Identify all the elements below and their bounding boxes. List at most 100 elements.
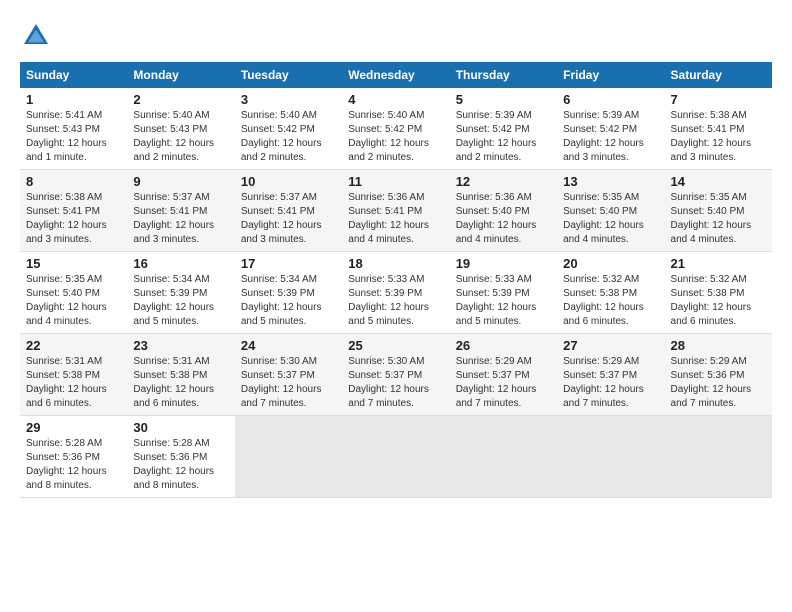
- table-row: [665, 416, 772, 498]
- day-info: Sunrise: 5:31 AM Sunset: 5:38 PM Dayligh…: [26, 355, 121, 411]
- day-number: 12: [456, 174, 551, 189]
- calendar-week-2: 8 Sunrise: 5:38 AM Sunset: 5:41 PM Daylig…: [20, 170, 772, 252]
- day-info: Sunrise: 5:35 AM Sunset: 5:40 PM Dayligh…: [563, 191, 658, 247]
- table-row: 24 Sunrise: 5:30 AM Sunset: 5:37 PM Dayli…: [235, 334, 342, 416]
- day-number: 29: [26, 420, 121, 435]
- day-info: Sunrise: 5:31 AM Sunset: 5:38 PM Dayligh…: [133, 355, 228, 411]
- header-monday: Monday: [127, 62, 234, 88]
- day-info: Sunrise: 5:36 AM Sunset: 5:41 PM Dayligh…: [348, 191, 443, 247]
- day-info: Sunrise: 5:40 AM Sunset: 5:42 PM Dayligh…: [241, 109, 336, 165]
- table-row: [557, 416, 664, 498]
- day-number: 5: [456, 92, 551, 107]
- table-row: 28 Sunrise: 5:29 AM Sunset: 5:36 PM Dayli…: [665, 334, 772, 416]
- day-info: Sunrise: 5:34 AM Sunset: 5:39 PM Dayligh…: [133, 273, 228, 329]
- day-info: Sunrise: 5:33 AM Sunset: 5:39 PM Dayligh…: [456, 273, 551, 329]
- day-info: Sunrise: 5:39 AM Sunset: 5:42 PM Dayligh…: [456, 109, 551, 165]
- table-row: 15Sunrise: 5:35 AM Sunset: 5:40 PM Dayli…: [20, 252, 127, 334]
- table-row: 17 Sunrise: 5:34 AM Sunset: 5:39 PM Dayli…: [235, 252, 342, 334]
- table-row: 10Sunrise: 5:37 AM Sunset: 5:41 PM Dayli…: [235, 170, 342, 252]
- day-number: 30: [133, 420, 228, 435]
- table-row: 29 Sunrise: 5:28 AM Sunset: 5:36 PM Dayli…: [20, 416, 127, 498]
- day-info: Sunrise: 5:34 AM Sunset: 5:39 PM Dayligh…: [241, 273, 336, 329]
- header-wednesday: Wednesday: [342, 62, 449, 88]
- table-row: 30 Sunrise: 5:28 AM Sunset: 5:36 PM Dayli…: [127, 416, 234, 498]
- table-row: 23 Sunrise: 5:31 AM Sunset: 5:38 PM Dayli…: [127, 334, 234, 416]
- table-row: 20 Sunrise: 5:32 AM Sunset: 5:38 PM Dayli…: [557, 252, 664, 334]
- table-row: 12Sunrise: 5:36 AM Sunset: 5:40 PM Dayli…: [450, 170, 557, 252]
- table-row: 7 Sunrise: 5:38 AM Sunset: 5:41 PM Daylig…: [665, 88, 772, 170]
- day-number: 4: [348, 92, 443, 107]
- day-info: Sunrise: 5:32 AM Sunset: 5:38 PM Dayligh…: [671, 273, 766, 329]
- day-info: Sunrise: 5:32 AM Sunset: 5:38 PM Dayligh…: [563, 273, 658, 329]
- table-row: [450, 416, 557, 498]
- day-info: Sunrise: 5:38 AM Sunset: 5:41 PM Dayligh…: [26, 191, 121, 247]
- page-header: [20, 20, 772, 52]
- table-row: 3 Sunrise: 5:40 AM Sunset: 5:42 PM Daylig…: [235, 88, 342, 170]
- day-number: 24: [241, 338, 336, 353]
- day-number: 13: [563, 174, 658, 189]
- day-info: Sunrise: 5:37 AM Sunset: 5:41 PM Dayligh…: [241, 191, 336, 247]
- table-row: 1Sunrise: 5:41 AM Sunset: 5:43 PM Daylig…: [20, 88, 127, 170]
- table-row: 2 Sunrise: 5:40 AM Sunset: 5:43 PM Daylig…: [127, 88, 234, 170]
- table-row: 19 Sunrise: 5:33 AM Sunset: 5:39 PM Dayli…: [450, 252, 557, 334]
- table-row: [235, 416, 342, 498]
- day-number: 19: [456, 256, 551, 271]
- day-number: 15: [26, 256, 121, 271]
- day-info: Sunrise: 5:38 AM Sunset: 5:41 PM Dayligh…: [671, 109, 766, 165]
- day-number: 11: [348, 174, 443, 189]
- calendar-week-3: 15Sunrise: 5:35 AM Sunset: 5:40 PM Dayli…: [20, 252, 772, 334]
- logo-icon: [20, 20, 52, 52]
- calendar-week-4: 22 Sunrise: 5:31 AM Sunset: 5:38 PM Dayli…: [20, 334, 772, 416]
- calendar-week-1: 1Sunrise: 5:41 AM Sunset: 5:43 PM Daylig…: [20, 88, 772, 170]
- table-row: 4 Sunrise: 5:40 AM Sunset: 5:42 PM Daylig…: [342, 88, 449, 170]
- header-sunday: Sunday: [20, 62, 127, 88]
- day-info: Sunrise: 5:39 AM Sunset: 5:42 PM Dayligh…: [563, 109, 658, 165]
- table-row: 6 Sunrise: 5:39 AM Sunset: 5:42 PM Daylig…: [557, 88, 664, 170]
- day-number: 7: [671, 92, 766, 107]
- table-row: 5 Sunrise: 5:39 AM Sunset: 5:42 PM Daylig…: [450, 88, 557, 170]
- day-info: Sunrise: 5:29 AM Sunset: 5:37 PM Dayligh…: [456, 355, 551, 411]
- day-number: 2: [133, 92, 228, 107]
- day-number: 28: [671, 338, 766, 353]
- day-info: Sunrise: 5:35 AM Sunset: 5:40 PM Dayligh…: [671, 191, 766, 247]
- day-info: Sunrise: 5:40 AM Sunset: 5:43 PM Dayligh…: [133, 109, 228, 165]
- day-info: Sunrise: 5:40 AM Sunset: 5:42 PM Dayligh…: [348, 109, 443, 165]
- header-friday: Friday: [557, 62, 664, 88]
- table-row: 27Sunrise: 5:29 AM Sunset: 5:37 PM Dayli…: [557, 334, 664, 416]
- day-info: Sunrise: 5:28 AM Sunset: 5:36 PM Dayligh…: [133, 437, 228, 493]
- calendar-table: SundayMondayTuesdayWednesdayThursdayFrid…: [20, 62, 772, 498]
- day-number: 18: [348, 256, 443, 271]
- day-number: 22: [26, 338, 121, 353]
- header-saturday: Saturday: [665, 62, 772, 88]
- day-info: Sunrise: 5:28 AM Sunset: 5:36 PM Dayligh…: [26, 437, 121, 493]
- table-row: 22 Sunrise: 5:31 AM Sunset: 5:38 PM Dayli…: [20, 334, 127, 416]
- day-number: 26: [456, 338, 551, 353]
- day-info: Sunrise: 5:30 AM Sunset: 5:37 PM Dayligh…: [241, 355, 336, 411]
- table-row: 25 Sunrise: 5:30 AM Sunset: 5:37 PM Dayli…: [342, 334, 449, 416]
- day-number: 25: [348, 338, 443, 353]
- day-number: 17: [241, 256, 336, 271]
- day-number: 1: [26, 92, 121, 107]
- table-row: 18Sunrise: 5:33 AM Sunset: 5:39 PM Dayli…: [342, 252, 449, 334]
- table-row: 11 Sunrise: 5:36 AM Sunset: 5:41 PM Dayli…: [342, 170, 449, 252]
- header-tuesday: Tuesday: [235, 62, 342, 88]
- day-number: 6: [563, 92, 658, 107]
- day-info: Sunrise: 5:29 AM Sunset: 5:36 PM Dayligh…: [671, 355, 766, 411]
- table-row: 16 Sunrise: 5:34 AM Sunset: 5:39 PM Dayli…: [127, 252, 234, 334]
- table-row: 9Sunrise: 5:37 AM Sunset: 5:41 PM Daylig…: [127, 170, 234, 252]
- header-thursday: Thursday: [450, 62, 557, 88]
- table-row: 13 Sunrise: 5:35 AM Sunset: 5:40 PM Dayli…: [557, 170, 664, 252]
- header-row: SundayMondayTuesdayWednesdayThursdayFrid…: [20, 62, 772, 88]
- day-number: 20: [563, 256, 658, 271]
- table-row: [342, 416, 449, 498]
- day-number: 23: [133, 338, 228, 353]
- table-row: 21Sunrise: 5:32 AM Sunset: 5:38 PM Dayli…: [665, 252, 772, 334]
- logo: [20, 20, 56, 52]
- day-number: 3: [241, 92, 336, 107]
- day-number: 16: [133, 256, 228, 271]
- day-number: 14: [671, 174, 766, 189]
- day-info: Sunrise: 5:30 AM Sunset: 5:37 PM Dayligh…: [348, 355, 443, 411]
- day-info: Sunrise: 5:37 AM Sunset: 5:41 PM Dayligh…: [133, 191, 228, 247]
- table-row: 14 Sunrise: 5:35 AM Sunset: 5:40 PM Dayli…: [665, 170, 772, 252]
- day-number: 8: [26, 174, 121, 189]
